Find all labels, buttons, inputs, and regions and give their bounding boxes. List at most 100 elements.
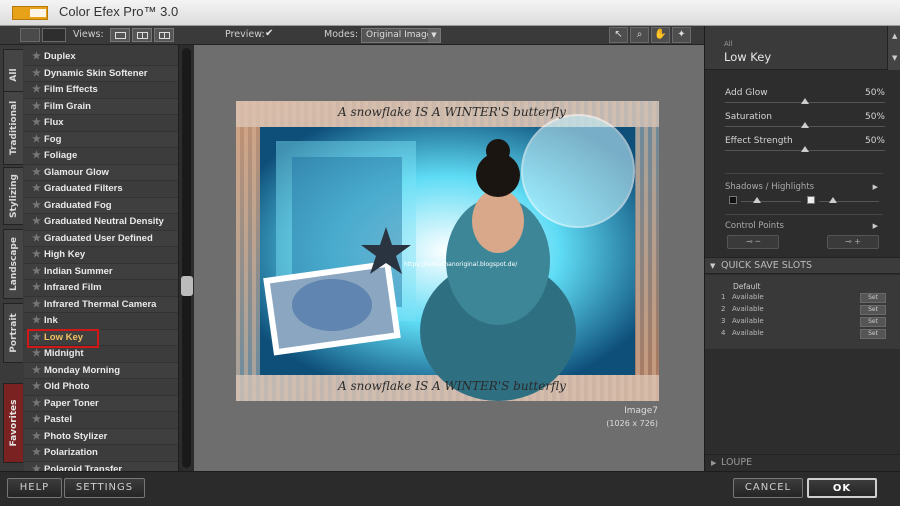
tab-landscape[interactable]: Landscape — [3, 229, 23, 299]
filter-item[interactable]: ★ Graduated User Defined — [24, 230, 178, 247]
set-slot-button[interactable]: Set — [860, 305, 886, 315]
remove-control-point-button[interactable]: ⊸ ─ — [727, 235, 779, 249]
preview-checkbox[interactable]: ✔ — [265, 29, 275, 39]
filter-item[interactable]: ★ Duplex — [24, 49, 178, 66]
filter-item[interactable]: ★ Flux — [24, 115, 178, 132]
zoom-icon[interactable]: ⌕ — [630, 27, 649, 43]
quick-save-slots: Default 1 Available Set 2 Available Set … — [705, 275, 900, 349]
favorite-star-icon[interactable]: ★ — [32, 216, 41, 227]
scroll-thumb[interactable] — [181, 276, 193, 296]
favorite-star-icon[interactable]: ★ — [32, 315, 41, 326]
filter-list-view-icon[interactable] — [20, 28, 40, 42]
shadows-highlights-title[interactable]: Shadows / Highlights — [725, 182, 814, 192]
slider-thumb[interactable] — [801, 146, 809, 152]
favorite-star-icon[interactable]: ★ — [32, 348, 41, 359]
favorite-star-icon[interactable]: ★ — [32, 398, 41, 409]
filter-item[interactable]: ★ Graduated Neutral Density — [24, 214, 178, 231]
loupe-header[interactable]: ▶ LOUPE — [705, 454, 900, 471]
filter-item[interactable]: ★ Fog — [24, 131, 178, 148]
filter-item[interactable]: ★ Dynamic Skin Softener — [24, 65, 178, 82]
favorite-star-icon[interactable]: ★ — [32, 200, 41, 211]
preview-image[interactable]: A snowflake IS A WINTER'S butterfly A sn… — [236, 101, 659, 401]
favorite-star-icon[interactable]: ★ — [32, 84, 41, 95]
filter-list-scrollbar[interactable] — [178, 45, 194, 471]
favorite-star-icon[interactable]: ★ — [32, 249, 41, 260]
filter-item[interactable]: ★ Polarization — [24, 445, 178, 462]
chevron-up-icon[interactable]: ▲ — [892, 32, 897, 40]
favorite-star-icon[interactable]: ★ — [32, 282, 41, 293]
filter-item[interactable]: ★ Polaroid Transfer — [24, 461, 178, 472]
side-by-side-view-button[interactable] — [154, 28, 174, 42]
tab-favorites[interactable]: Favorites — [3, 383, 23, 463]
help-button[interactable]: HELP — [7, 478, 62, 498]
filter-item-label: Dynamic Skin Softener — [44, 67, 148, 79]
hand-icon[interactable]: ✋ — [651, 27, 670, 43]
nik-software-logo — [12, 6, 48, 20]
cancel-button[interactable]: CANCEL — [733, 478, 803, 498]
expand-arrow-icon[interactable]: ▶ — [873, 222, 878, 230]
filter-item[interactable]: ★ Film Effects — [24, 82, 178, 99]
image-name: Image7 — [624, 406, 658, 416]
filter-item[interactable]: ★ Old Photo — [24, 379, 178, 396]
filter-item[interactable]: ★ Foliage — [24, 148, 178, 165]
filter-item[interactable]: ★ Pastel — [24, 412, 178, 429]
pointer-icon[interactable]: ↖ — [609, 27, 628, 43]
slider-thumb[interactable] — [801, 98, 809, 104]
filter-item[interactable]: ★ Graduated Fog — [24, 197, 178, 214]
filter-item[interactable]: ★ Monday Morning — [24, 362, 178, 379]
filter-item-label: Infrared Film — [44, 282, 102, 293]
filter-item-label: Old Photo — [44, 381, 90, 392]
split-view-button[interactable] — [132, 28, 152, 42]
favorite-star-icon[interactable]: ★ — [32, 266, 41, 277]
mode-dropdown[interactable]: Original Image ▼ — [361, 28, 441, 43]
favorite-star-icon[interactable]: ★ — [32, 101, 41, 112]
thumbnail-view-icon[interactable] — [42, 28, 66, 42]
settings-button[interactable]: SETTINGS — [64, 478, 145, 498]
single-view-button[interactable] — [110, 28, 130, 42]
set-slot-button[interactable]: Set — [860, 317, 886, 327]
image-banner-top: A snowflake IS A WINTER'S butterfly — [338, 105, 566, 119]
filter-item[interactable]: ★ Paper Toner — [24, 395, 178, 412]
favorite-star-icon[interactable]: ★ — [32, 414, 41, 425]
favorite-star-icon[interactable]: ★ — [32, 134, 41, 145]
filter-item[interactable]: ★ Infrared Film — [24, 280, 178, 297]
favorite-star-icon[interactable]: ★ — [32, 381, 41, 392]
favorite-star-icon[interactable]: ★ — [32, 150, 41, 161]
control-points-title[interactable]: Control Points — [725, 221, 784, 231]
tab-portrait[interactable]: Portrait — [3, 303, 23, 363]
filter-item[interactable]: ★ Ink — [24, 313, 178, 330]
tab-stylizing[interactable]: Stylizing — [3, 167, 23, 225]
favorite-star-icon[interactable]: ★ — [32, 431, 41, 442]
favorite-star-icon[interactable]: ★ — [32, 117, 41, 128]
filter-item[interactable]: ★ Midnight — [24, 346, 178, 363]
shadows-slider-thumb[interactable] — [753, 197, 761, 203]
set-slot-button[interactable]: Set — [860, 329, 886, 339]
favorite-star-icon[interactable]: ★ — [32, 183, 41, 194]
slider-thumb[interactable] — [801, 122, 809, 128]
tab-traditional[interactable]: Traditional — [3, 91, 23, 165]
quick-save-slot: 2 Available Set — [721, 305, 886, 316]
expand-arrow-icon[interactable]: ▶ — [873, 183, 878, 191]
filter-item[interactable]: ★ Graduated Filters — [24, 181, 178, 198]
favorite-star-icon[interactable]: ★ — [32, 51, 41, 62]
quick-save-header[interactable]: ▼ QUICK SAVE SLOTS — [705, 257, 900, 274]
highlights-slider-thumb[interactable] — [829, 197, 837, 203]
filter-item[interactable]: ★ Infrared Thermal Camera — [24, 296, 178, 313]
favorite-star-icon[interactable]: ★ — [32, 233, 41, 244]
filter-item[interactable]: ★ Photo Stylizer — [24, 428, 178, 445]
favorite-star-icon[interactable]: ★ — [32, 365, 41, 376]
filter-item[interactable]: ★ Glamour Glow — [24, 164, 178, 181]
favorite-star-icon[interactable]: ★ — [32, 464, 41, 472]
filter-item[interactable]: ★ High Key — [24, 247, 178, 264]
filter-item[interactable]: ★ Film Grain — [24, 98, 178, 115]
chevron-down-icon[interactable]: ▼ — [892, 54, 897, 62]
light-icon[interactable]: ✦ — [672, 27, 691, 43]
add-control-point-button[interactable]: ⊸ + — [827, 235, 879, 249]
favorite-star-icon[interactable]: ★ — [32, 299, 41, 310]
set-slot-button[interactable]: Set — [860, 293, 886, 303]
favorite-star-icon[interactable]: ★ — [32, 68, 41, 79]
favorite-star-icon[interactable]: ★ — [32, 167, 41, 178]
favorite-star-icon[interactable]: ★ — [32, 447, 41, 458]
filter-item[interactable]: ★ Indian Summer — [24, 263, 178, 280]
ok-button[interactable]: OK — [807, 478, 877, 498]
